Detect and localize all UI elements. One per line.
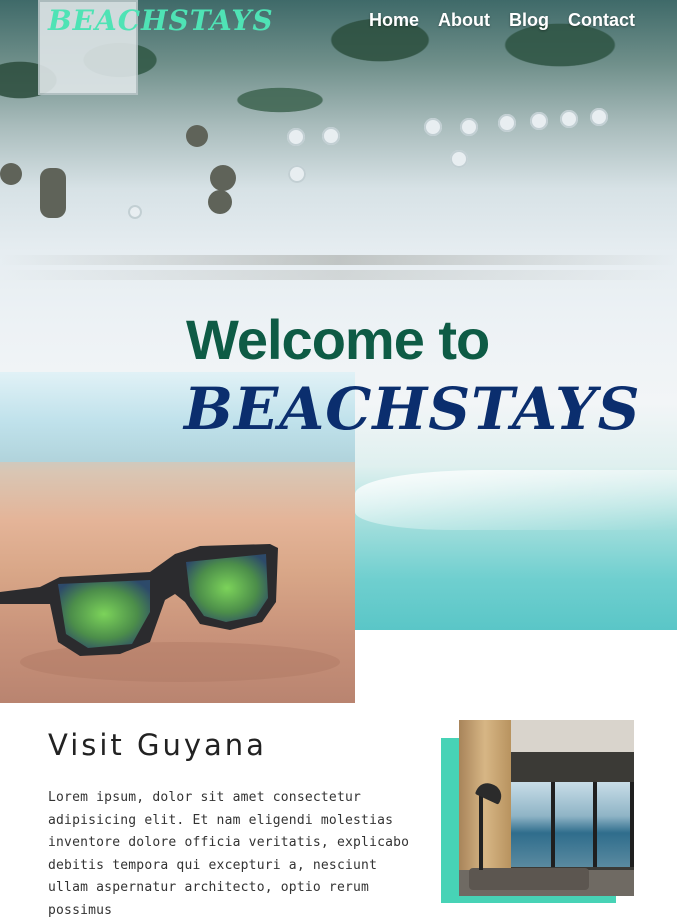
umbrella — [498, 114, 516, 132]
umbrella — [288, 165, 306, 183]
nav-about[interactable]: About — [438, 10, 490, 31]
nav-blog[interactable]: Blog — [509, 10, 549, 31]
umbrella — [322, 127, 340, 145]
site-logo[interactable]: BEACHSTAYS — [48, 4, 274, 37]
window-mullion — [630, 782, 634, 867]
ocean-surf — [355, 470, 677, 530]
sofa — [469, 868, 589, 890]
umbrella — [450, 150, 468, 168]
room-ceiling — [511, 720, 634, 752]
shore-line — [0, 270, 677, 280]
floor-lamp — [479, 790, 483, 870]
umbrella — [186, 125, 208, 147]
umbrella — [128, 205, 142, 219]
main-nav: Home About Blog Contact — [369, 10, 635, 31]
window-mullion — [593, 782, 597, 867]
room-window — [511, 782, 634, 867]
shore-line — [0, 255, 677, 265]
visit-paragraph: Lorem ipsum, dolor sit amet consectetur … — [48, 790, 410, 918]
umbrella — [208, 190, 232, 214]
umbrella — [424, 118, 442, 136]
nav-home[interactable]: Home — [369, 10, 419, 31]
welcome-heading: Welcome to — [186, 308, 490, 371]
umbrella — [40, 168, 66, 218]
umbrella — [287, 128, 305, 146]
umbrella — [210, 165, 236, 191]
umbrella — [460, 118, 478, 136]
umbrella — [530, 112, 548, 130]
umbrella — [560, 110, 578, 128]
window-mullion — [551, 782, 555, 867]
brand-heading: BEACHSTAYS — [184, 375, 641, 443]
room-photo — [459, 720, 634, 896]
umbrella — [0, 163, 22, 185]
visit-title: Visit Guyana — [48, 728, 267, 762]
umbrella — [590, 108, 608, 126]
nav-contact[interactable]: Contact — [568, 10, 635, 31]
